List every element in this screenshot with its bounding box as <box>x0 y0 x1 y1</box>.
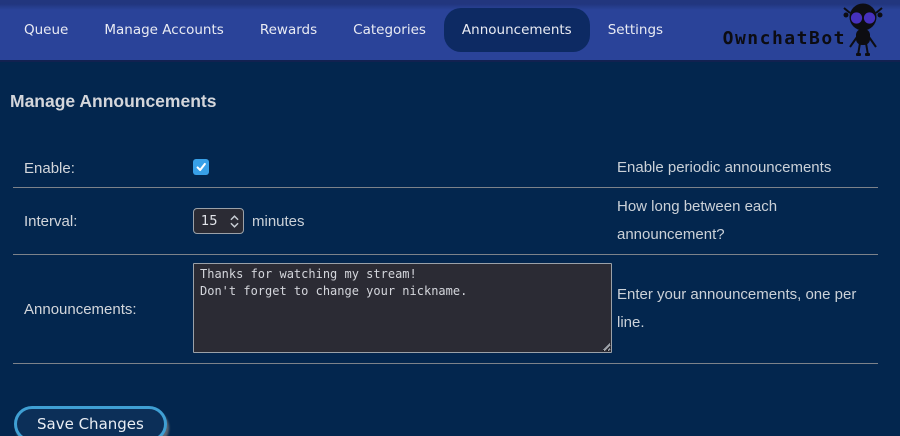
logo-text: OwnchatBot <box>723 28 846 49</box>
form-row-enable: Enable: Enable periodic announcements <box>13 149 878 188</box>
chevron-down-icon <box>230 222 239 228</box>
enable-label: Enable: <box>13 160 193 177</box>
interval-unit-label: minutes <box>252 213 305 230</box>
navbar: Queue Manage Accounts Rewards Categories… <box>0 0 900 62</box>
interval-input[interactable]: 15 <box>193 208 244 234</box>
nav-item-announcements[interactable]: Announcements <box>444 8 590 52</box>
interval-value: 15 <box>201 214 218 229</box>
announcements-label: Announcements: <box>13 301 193 318</box>
form-row-interval: Interval: 15 minutes How long between ea <box>13 188 878 255</box>
nav-item-categories[interactable]: Categories <box>335 15 444 45</box>
interval-help-text: How long between each announcement? <box>617 193 857 249</box>
nav-item-manage-accounts[interactable]: Manage Accounts <box>86 15 241 45</box>
chevron-up-icon <box>230 215 239 221</box>
announcements-form: Enable: Enable periodic announcements In… <box>13 149 878 364</box>
nav-item-queue[interactable]: Queue <box>6 15 86 45</box>
enable-checkbox[interactable] <box>193 159 209 175</box>
robot-mascot-icon <box>840 1 886 57</box>
form-row-announcements: Announcements: Thanks for watching my st… <box>13 255 878 364</box>
nav-item-settings[interactable]: Settings <box>590 15 681 45</box>
checkmark-icon <box>195 161 207 173</box>
announcements-textarea[interactable]: Thanks for watching my stream! Don't for… <box>193 263 612 353</box>
nav-item-rewards[interactable]: Rewards <box>242 15 335 45</box>
number-stepper[interactable] <box>230 215 239 228</box>
main-content: Manage Announcements Enable: Enable peri… <box>0 91 900 436</box>
save-changes-button[interactable]: Save Changes <box>14 406 167 436</box>
enable-help-text: Enable periodic announcements <box>617 154 857 182</box>
logo[interactable]: OwnchatBot <box>723 0 886 62</box>
announcements-help-text: Enter your announcements, one per line. <box>617 281 857 337</box>
page-title: Manage Announcements <box>10 91 890 112</box>
interval-label: Interval: <box>13 213 193 230</box>
